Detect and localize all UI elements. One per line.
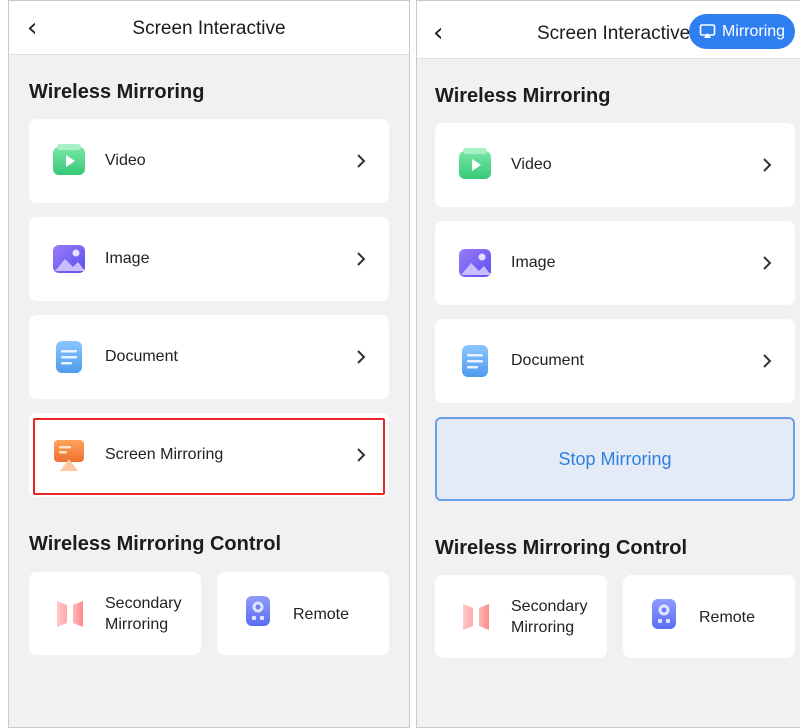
chevron-right-icon	[763, 256, 772, 270]
chevron-right-icon	[763, 354, 772, 368]
video-icon	[459, 148, 491, 179]
mirroring-status-label: Mirroring	[721, 22, 786, 40]
page-title: Screen Interactive	[132, 18, 286, 39]
document-icon	[462, 345, 488, 377]
video-item[interactable]: Video	[29, 119, 389, 203]
secondary-mirroring-label: Secondary Mirroring	[511, 596, 588, 638]
right-screen: ‹ Screen Interactive Mirroring Wireless …	[416, 0, 800, 728]
image-icon	[459, 249, 491, 277]
remote-label: Remote	[293, 606, 350, 623]
video-label: Video	[105, 152, 146, 169]
screen-mirroring-icon	[54, 440, 84, 471]
remote-icon	[652, 599, 676, 629]
image-label: Image	[511, 254, 556, 271]
secondary-mirroring-card[interactable]: Secondary Mirroring	[29, 572, 201, 655]
remote-card[interactable]: Remote	[623, 575, 795, 658]
screen-mirroring-item[interactable]: Screen Mirroring	[29, 413, 389, 497]
page-title: Screen Interactive	[537, 23, 691, 44]
left-screen: ‹ Screen Interactive Wireless Mirroring …	[8, 0, 410, 728]
video-label: Video	[511, 156, 552, 173]
video-icon	[53, 144, 85, 175]
remote-label: Remote	[699, 609, 756, 626]
screen-mirroring-label: Screen Mirroring	[105, 446, 224, 463]
header-bar: ‹ Screen Interactive Mirroring	[417, 1, 800, 59]
image-label: Image	[105, 250, 150, 267]
remote-icon	[246, 596, 270, 626]
video-item[interactable]: Video	[435, 123, 795, 207]
document-label: Document	[105, 348, 178, 365]
secondary-label-line2: Mirroring	[105, 616, 169, 633]
section-title-mirroring-control: Wireless Mirroring Control	[435, 537, 688, 559]
secondary-label-line1: Secondary	[105, 595, 182, 612]
secondary-mirroring-icon	[463, 604, 489, 630]
section-title-mirroring-control: Wireless Mirroring Control	[29, 533, 282, 555]
image-item[interactable]: Image	[29, 217, 389, 301]
secondary-label-line1: Secondary	[511, 598, 588, 615]
section-title-wireless-mirroring: Wireless Mirroring	[435, 85, 611, 107]
back-chevron-icon[interactable]: ‹	[433, 19, 453, 47]
stop-mirroring-button[interactable]: Stop Mirroring	[435, 417, 795, 501]
secondary-mirroring-card[interactable]: Secondary Mirroring	[435, 575, 607, 658]
remote-card[interactable]: Remote	[217, 572, 389, 655]
header-bar: ‹ Screen Interactive	[9, 1, 409, 55]
image-item[interactable]: Image	[435, 221, 795, 305]
secondary-label-line2: Mirroring	[511, 619, 575, 636]
secondary-mirroring-icon	[57, 601, 83, 627]
document-item[interactable]: Document	[29, 315, 389, 399]
document-label: Document	[511, 352, 584, 369]
document-icon	[56, 341, 82, 373]
chevron-right-icon	[357, 350, 366, 364]
chevron-right-icon	[763, 158, 772, 172]
document-item[interactable]: Document	[435, 319, 795, 403]
image-icon	[53, 245, 85, 273]
secondary-mirroring-label: Secondary Mirroring	[105, 593, 182, 635]
section-title-wireless-mirroring: Wireless Mirroring	[29, 81, 205, 103]
cast-icon	[699, 24, 716, 38]
chevron-right-icon	[357, 154, 366, 168]
mirroring-status-button[interactable]: Mirroring	[689, 14, 795, 49]
chevron-right-icon	[357, 252, 366, 266]
chevron-right-icon	[357, 448, 366, 462]
